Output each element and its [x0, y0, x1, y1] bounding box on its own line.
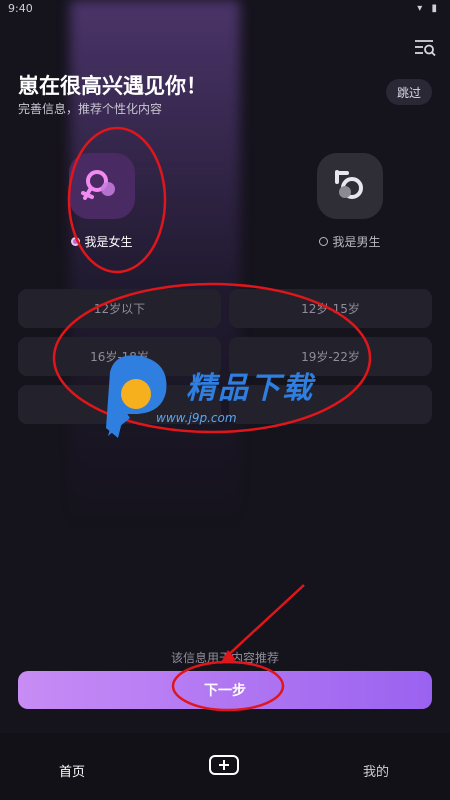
watermark-brand: 精品下载: [186, 371, 314, 406]
gender-option-female[interactable]: 我是女生: [47, 153, 157, 250]
male-radio[interactable]: [319, 237, 329, 246]
info-hint: 该信息用于内容推荐: [170, 651, 279, 665]
next-step-button[interactable]: 下一步: [18, 671, 432, 709]
page-title: 崽在很高兴遇见你！: [18, 74, 207, 98]
plus-box-icon[interactable]: [209, 755, 239, 775]
status-icons: ▾ ▮: [417, 3, 440, 14]
male-label: 我是男生: [332, 235, 381, 249]
nav-home[interactable]: 首页: [59, 761, 85, 780]
female-radio[interactable]: [71, 237, 81, 246]
female-avatar-tile[interactable]: [69, 153, 135, 219]
bottom-nav: 首页 我的: [0, 733, 450, 800]
age-option[interactable]: 12岁-15岁: [229, 289, 432, 328]
gender-option-male[interactable]: 我是男生: [295, 153, 405, 250]
male-symbol-icon: [335, 170, 363, 199]
status-bar: 9:40 ▾ ▮: [0, 0, 450, 22]
male-label-row[interactable]: 我是男生: [295, 233, 405, 250]
female-label-row[interactable]: 我是女生: [47, 233, 157, 250]
page-subtitle: 完善信息，推荐个性化内容: [18, 102, 163, 116]
female-symbol-icon: [81, 170, 115, 200]
status-time: 9:40: [8, 2, 33, 15]
male-avatar-tile[interactable]: [317, 153, 383, 219]
watermark-url: www.j9p.com: [156, 411, 237, 425]
age-option[interactable]: 12岁以下: [18, 289, 221, 328]
female-label: 我是女生: [84, 235, 133, 249]
nav-mine[interactable]: 我的: [363, 761, 389, 780]
skip-button[interactable]: 跳过: [386, 79, 432, 105]
menu-search-icon[interactable]: [414, 38, 436, 57]
